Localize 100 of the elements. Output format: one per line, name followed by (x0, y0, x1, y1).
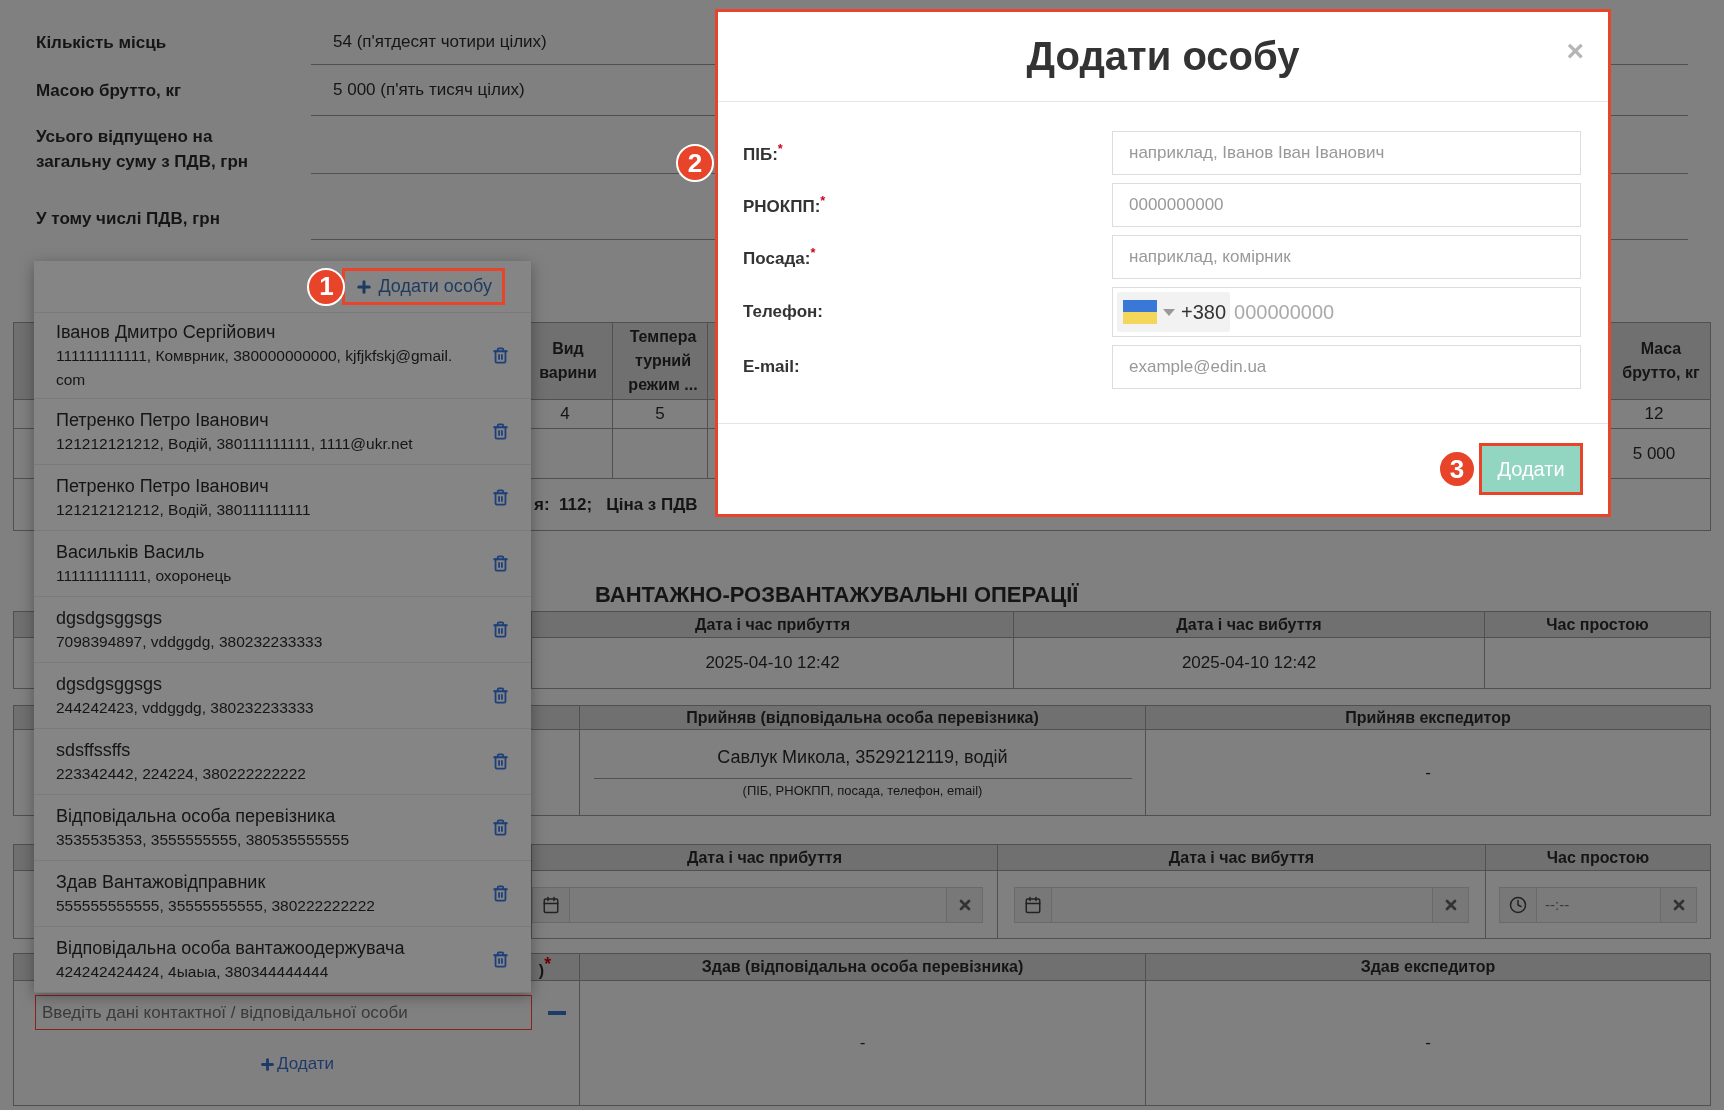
column-header: Прийняв (відповідальна особа перевізника) (580, 706, 1146, 730)
country-selector[interactable]: +380 (1117, 292, 1231, 332)
person-name: Петренко Петро Іванович (56, 474, 269, 498)
person-value: Савлук Микола, 3529212119, водій (717, 747, 1008, 768)
add-person-button[interactable]: Додати особу (342, 268, 505, 305)
field-hint: (ПІБ, РНОКПП, посада, телефон, email) (742, 782, 983, 798)
table-cell: - (580, 981, 1146, 1106)
trash-icon (492, 885, 509, 902)
add-link[interactable]: Додати (258, 1054, 335, 1074)
field-label: Масою брутто, кг (36, 80, 183, 102)
delete-button[interactable] (492, 423, 509, 440)
delete-button[interactable] (492, 753, 509, 770)
trash-icon (492, 621, 509, 638)
table-cell: 2025-04-10 12:42 (532, 638, 1014, 689)
delete-button[interactable] (492, 819, 509, 836)
person-item[interactable]: Петренко Петро Іванович 121212121212, Водій, 380111111111 (34, 465, 531, 531)
trash-icon (492, 555, 509, 572)
field-label: Усього відпущено на загальну суму з ПДВ, грн (36, 126, 250, 173)
field-label: Посада:$^{*}$ (743, 245, 817, 269)
column-header: Здав (відповідальна особа перевізника) (580, 954, 1146, 981)
column-header: Дата і час вибуття (998, 845, 1486, 871)
plus-icon (258, 1055, 276, 1073)
person-details: 111111111111, охоронець (56, 565, 232, 586)
person-item[interactable]: dgsdgsggsgs 244242423, vddggdg, 380232233333 (34, 663, 531, 729)
column-header: Дата і час прибуття (532, 845, 998, 871)
input-field[interactable]: 0000000000 (1112, 183, 1581, 227)
field-label: Телефон: (743, 302, 824, 322)
trash-icon (492, 687, 509, 704)
person-details: 424242424424, 4ыаыа, 380344444444 (56, 961, 329, 982)
totals-text: я: 112; Ціна з ПДВ (534, 494, 698, 515)
table-cell: 5 (613, 400, 708, 429)
trash-icon (492, 951, 509, 968)
column-header: Дата і час прибуття (532, 612, 1014, 638)
delete-button[interactable] (492, 951, 509, 968)
time-picker[interactable]: --:-- (1499, 886, 1697, 923)
column-header: Час простою (1486, 845, 1711, 871)
delete-button[interactable] (492, 489, 509, 506)
person-details: 3535535353, 3555555555, 380535555555 (56, 829, 350, 850)
table-cell: - (1146, 730, 1711, 816)
field-label: Кількість місць (36, 32, 168, 54)
trash-icon (492, 819, 509, 836)
remove-button[interactable] (548, 1010, 566, 1015)
contact-field[interactable]: Введіть дані контактної / відповідальної особи (35, 995, 532, 1030)
minus-icon (548, 1010, 566, 1015)
person-details: 111111111111, Комврник, 380000000000, kjfjkfskj@gmail.com (56, 345, 454, 390)
person-name: dgsdgsggsgs (56, 672, 163, 696)
person-item[interactable]: Іванов Дмитро Сергійович 111111111111, Комврник, 380000000000, kjfjkfskj@gmail.com (34, 313, 531, 399)
field-label: ПІБ:$^{*}$ (743, 141, 784, 165)
person-item[interactable]: Васильків Василь 111111111111, охоронець (34, 531, 531, 597)
person-details: 121212121212, Водій, 380111111111 (56, 499, 311, 520)
person-details: 555555555555, 35555555555, 380222222222 (56, 895, 375, 916)
input-field[interactable]: наприклад, комірник (1112, 235, 1581, 279)
person-item[interactable]: Відповідальна особа вантажоодержувача 424242424424, 4ыаыа, 380344444444 (34, 927, 531, 993)
person-details: 223342442, 224224, 380222222222 (56, 763, 306, 784)
person-details: 244242423, vddggdg, 380232233333 (56, 697, 314, 718)
person-item[interactable]: Петренко Петро Іванович 121212121212, Водій, 380111111111, 1111@ukr.net (34, 399, 531, 465)
section-title: ВАНТАЖНО-РОЗВАНТАЖУВАЛЬНІ ОПЕРАЦІЇ (595, 581, 1080, 609)
step-badge: 1 (307, 267, 346, 306)
step-badge: 3 (1438, 450, 1476, 488)
calendar-icon (1024, 895, 1042, 914)
column-header: Час простою (1485, 612, 1711, 638)
trash-icon (492, 423, 509, 440)
dial-code: +380 (1181, 300, 1227, 324)
caret-icon (1163, 308, 1175, 316)
field-value: 54 (п'ятдесят чотири цілих) (332, 32, 547, 52)
column-header: Здав експедитор (1146, 954, 1711, 981)
delete-button[interactable] (492, 885, 509, 902)
modal-title: Додати особу (1026, 34, 1300, 79)
person-name: dgsdgsggsgs (56, 606, 163, 630)
table-cell: 2025-04-10 12:42 (1014, 638, 1485, 689)
field-label: У тому числі ПДВ, грн (36, 208, 221, 230)
trash-icon (492, 347, 509, 364)
delete-button[interactable] (492, 347, 509, 364)
column-header: Темпера турний режим ... (613, 323, 708, 400)
person-name: Васильків Василь (56, 540, 205, 564)
person-item[interactable]: Здав Вантажовідправник 555555555555, 35555555555, 380222222222 (34, 861, 531, 927)
column-header: Прийняв експедитор (1146, 706, 1711, 730)
person-item[interactable]: dgsdgsggsgs 7098394897, vddggdg, 380232233333 (34, 597, 531, 663)
field-label: РНОКПП:$^{*}$ (743, 193, 827, 217)
person-name: Іванов Дмитро Сергійович (56, 320, 276, 344)
delete-button[interactable] (492, 687, 509, 704)
table-cell: - (1146, 981, 1711, 1106)
person-name: Петренко Петро Іванович (56, 408, 269, 432)
person-details: 121212121212, Водій, 380111111111, 1111@ukr.net (56, 433, 413, 454)
input-field[interactable]: example@edin.ua (1112, 345, 1581, 389)
input-field[interactable]: наприклад, Іванов Іван Іванович (1112, 131, 1581, 175)
person-item[interactable]: Відповідальна особа перевізника 3535535353, 3555555555, 380535555555 (34, 795, 531, 861)
delete-button[interactable] (492, 555, 509, 572)
person-name: Відповідальна особа перевізника (56, 804, 336, 828)
trash-icon (492, 489, 509, 506)
trash-icon (492, 753, 509, 770)
time-input[interactable]: --:-- (1537, 887, 1660, 922)
delete-button[interactable] (492, 621, 509, 638)
person-item[interactable]: sdsffssffs 223342442, 224224, 380222222222 (34, 729, 531, 795)
person-details: 7098394897, vddggdg, 380232233333 (56, 631, 323, 652)
column-header: Дата і час вибуття (1014, 612, 1485, 638)
flag-icon (1123, 300, 1157, 324)
field-value: 5 000 (п'ять тисяч цілих) (332, 80, 525, 100)
field-label: E-mail: (743, 357, 801, 377)
phone-field[interactable]: +380 000000000 (1112, 287, 1581, 337)
